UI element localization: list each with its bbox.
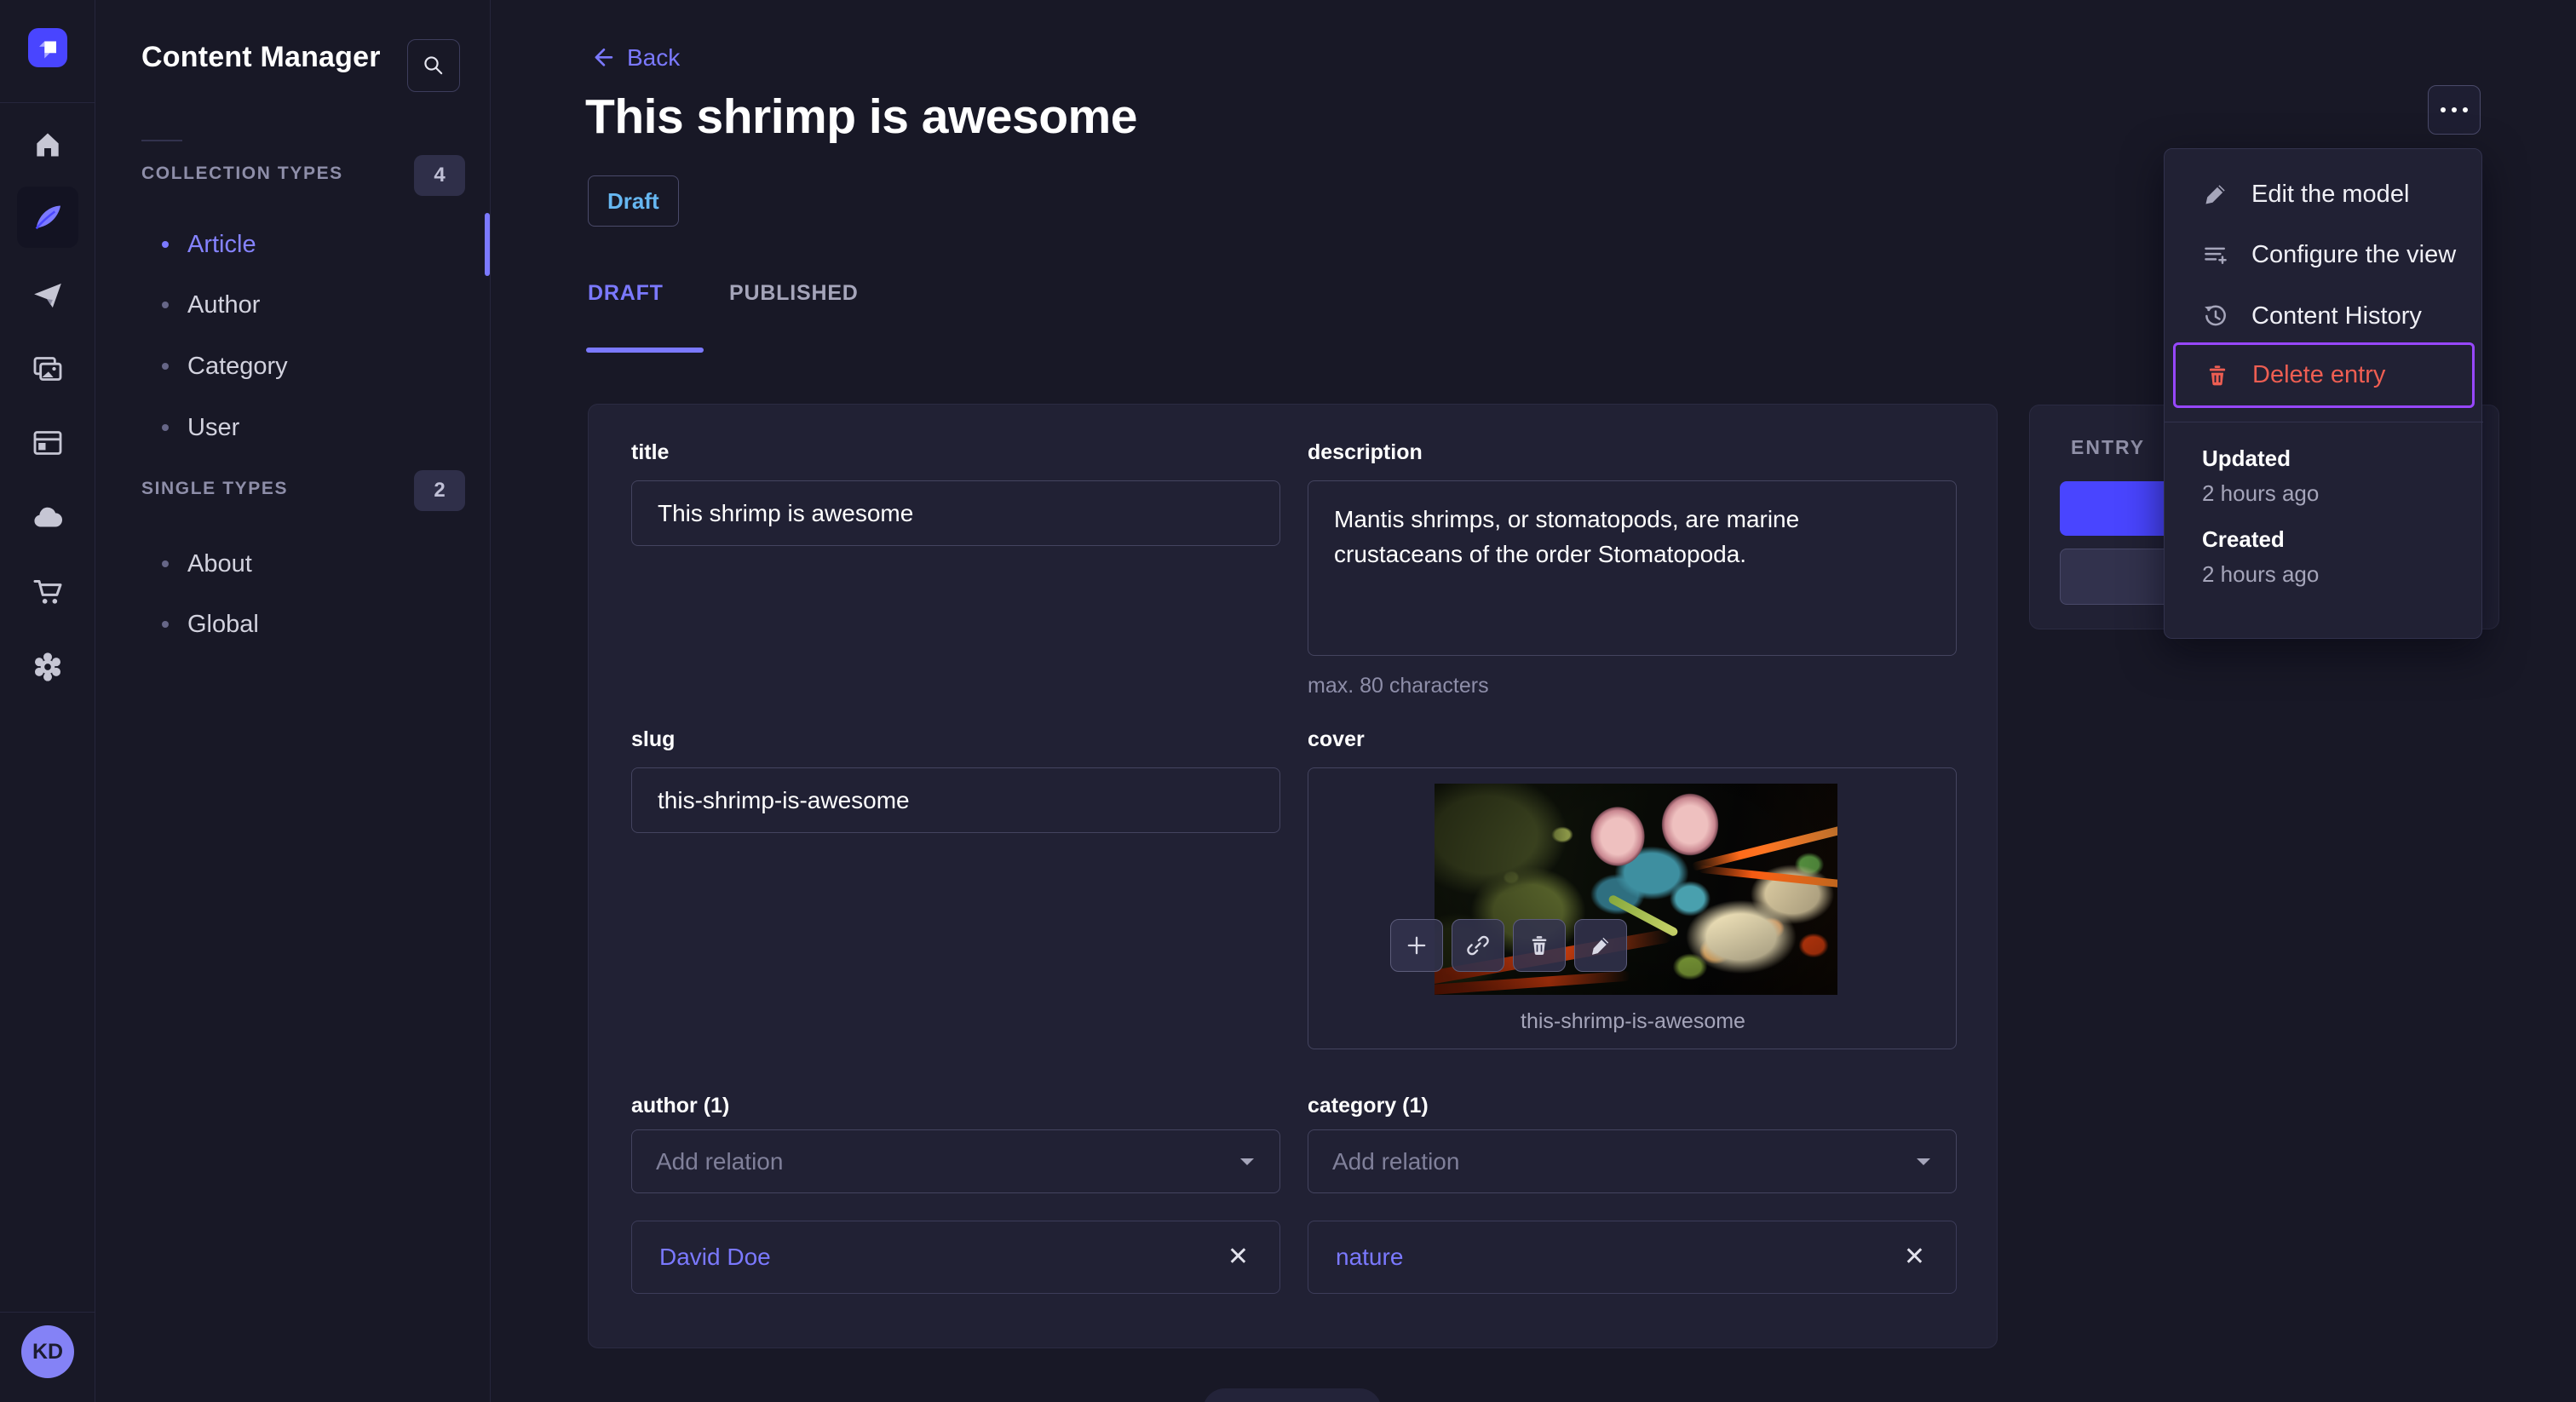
edit-form-panel: title description Mantis shrimps, or sto… <box>588 404 1998 1348</box>
pencil-icon <box>2205 185 2225 204</box>
bullet-icon <box>162 241 169 248</box>
edit-media-icon[interactable] <box>1574 919 1627 972</box>
dot <box>2441 107 2446 112</box>
updated-label: Updated <box>2202 445 2291 471</box>
entry-panel-label: ENTRY <box>2071 436 2146 458</box>
user-avatar[interactable]: KD <box>21 1325 74 1378</box>
arrow-left-icon <box>595 48 613 66</box>
collapsed-bottom-button[interactable] <box>1203 1388 1382 1402</box>
sidebar-item-author[interactable]: Author <box>162 278 469 332</box>
main-nav-rail: KD <box>0 0 95 1402</box>
search-button[interactable] <box>407 39 460 92</box>
description-helper: max. 80 characters <box>1308 674 1489 698</box>
category-field-label: category (1) <box>1308 1094 1429 1118</box>
bullet-icon <box>162 560 169 567</box>
content-type-builder-icon[interactable] <box>17 412 78 474</box>
remove-relation-icon[interactable]: ✕ <box>1224 1241 1252 1273</box>
home-icon[interactable] <box>17 114 78 175</box>
subnav-divider <box>141 140 182 141</box>
description-textarea[interactable]: Mantis shrimps, or stomatopods, are mari… <box>1308 480 1957 656</box>
title-field-label: title <box>631 440 670 464</box>
sidebar-item-global[interactable]: Global <box>162 597 469 652</box>
tab-published[interactable]: PUBLISHED <box>729 281 859 306</box>
author-relation-item: David Doe ✕ <box>631 1221 1280 1294</box>
updated-value: 2 hours ago <box>2202 480 2320 506</box>
delete-media-icon[interactable] <box>1513 919 1566 972</box>
author-add-relation-combobox[interactable]: Add relation <box>631 1129 1280 1193</box>
content-manager-subnav: Content Manager COLLECTION TYPES 4 Artic… <box>95 0 491 1402</box>
created-value: 2 hours ago <box>2202 561 2320 587</box>
more-actions-button[interactable] <box>2428 85 2481 135</box>
chevron-down-icon <box>1240 1158 1254 1165</box>
add-media-icon[interactable] <box>1390 919 1443 972</box>
active-tab-underline <box>586 348 704 353</box>
author-field-label: author (1) <box>631 1094 730 1118</box>
single-types-count: 2 <box>414 470 465 511</box>
menu-item-configure-view[interactable]: Configure the view <box>2173 228 2475 281</box>
bullet-icon <box>162 424 169 431</box>
cloud-icon[interactable] <box>17 487 78 549</box>
menu-item-edit-model[interactable]: Edit the model <box>2173 168 2475 221</box>
paper-plane-icon[interactable] <box>17 265 78 326</box>
trash-icon <box>2209 365 2226 385</box>
feather-icon[interactable] <box>17 187 78 248</box>
rail-bottom-divider <box>0 1312 95 1313</box>
dot <box>2452 107 2457 112</box>
slug-field-label: slug <box>631 727 676 751</box>
category-add-relation-combobox[interactable]: Add relation <box>1308 1129 1957 1193</box>
description-field-label: description <box>1308 440 1423 464</box>
strapi-admin-app: KD Content Manager COLLECTION TYPES 4 Ar… <box>0 0 2576 1402</box>
settings-gear-icon[interactable] <box>17 636 78 698</box>
strapi-logo[interactable] <box>28 28 67 67</box>
bullet-icon <box>162 302 169 308</box>
cover-actions <box>1390 919 1627 972</box>
bullet-icon <box>162 621 169 628</box>
relation-link[interactable]: David Doe <box>659 1244 771 1271</box>
active-item-indicator <box>485 213 490 276</box>
page-title: This shrimp is awesome <box>585 89 1137 144</box>
status-badge: Draft <box>588 175 679 227</box>
category-relation-item: nature ✕ <box>1308 1221 1957 1294</box>
tab-draft[interactable]: DRAFT <box>588 281 664 306</box>
title-input[interactable] <box>631 480 1280 546</box>
relation-link[interactable]: nature <box>1336 1244 1403 1271</box>
cover-caption: this-shrimp-is-awesome <box>1521 1009 1745 1033</box>
cover-field: this-shrimp-is-awesome <box>1308 767 1957 1049</box>
sidebar-item-user[interactable]: User <box>162 400 469 455</box>
copy-link-icon[interactable] <box>1452 919 1504 972</box>
section-single-types: SINGLE TYPES <box>141 479 289 498</box>
created-label: Created <box>2202 526 2285 552</box>
chevron-down-icon <box>1917 1158 1930 1165</box>
collection-types-count: 4 <box>414 155 465 196</box>
rail-divider <box>0 102 95 103</box>
remove-relation-icon[interactable]: ✕ <box>1900 1241 1929 1273</box>
history-icon <box>2205 305 2226 326</box>
section-collection-types: COLLECTION TYPES <box>141 164 343 183</box>
cover-field-label: cover <box>1308 727 1365 751</box>
sidebar-item-about[interactable]: About <box>162 537 469 591</box>
slug-input[interactable] <box>631 767 1280 833</box>
search-icon <box>424 56 443 75</box>
more-actions-menu: Edit the model Configure the view Conten… <box>2164 148 2483 639</box>
subnav-title: Content Manager <box>141 41 381 73</box>
dot <box>2463 107 2468 112</box>
menu-item-content-history[interactable]: Content History <box>2173 290 2475 342</box>
sidebar-item-category[interactable]: Category <box>162 339 469 394</box>
configure-list-icon <box>2205 247 2227 265</box>
back-link[interactable]: Back <box>588 44 680 72</box>
media-library-icon[interactable] <box>17 338 78 399</box>
marketplace-cart-icon[interactable] <box>17 561 78 623</box>
sidebar-item-article[interactable]: Article <box>162 217 469 272</box>
bullet-icon <box>162 363 169 370</box>
menu-item-delete-entry[interactable]: Delete entry <box>2173 342 2475 408</box>
